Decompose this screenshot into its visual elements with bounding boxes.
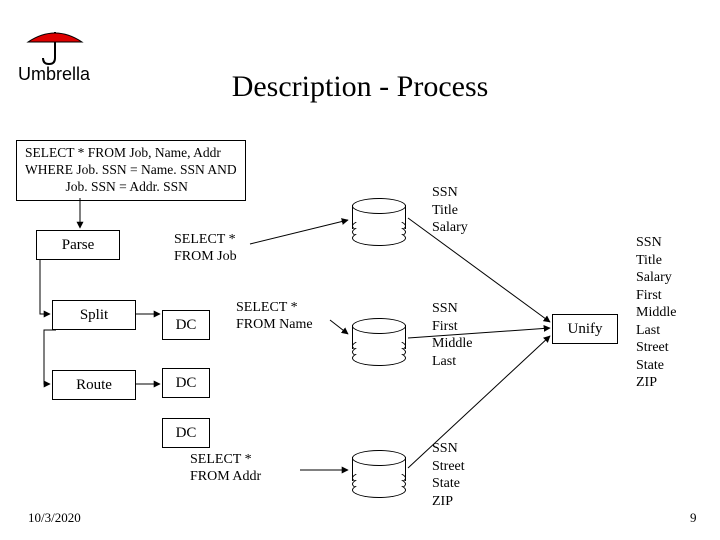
- fields-job: SSN Title Salary: [432, 184, 468, 237]
- source-sql: SELECT * FROM Job, Name, Addr WHERE Job.…: [16, 140, 246, 201]
- query-name: SELECT * FROM Name: [236, 300, 313, 334]
- query-addr: SELECT * FROM Addr: [190, 452, 261, 486]
- footer-date: 10/3/2020: [28, 510, 81, 526]
- stage-parse: Parse: [36, 230, 120, 260]
- query-job: SELECT * FROM Job: [174, 232, 237, 266]
- fields-addr: SSN Street State ZIP: [432, 440, 465, 510]
- dc-box-2: DC: [162, 368, 210, 398]
- dc-box-1: DC: [162, 310, 210, 340]
- fields-name: SSN First Middle Last: [432, 300, 472, 370]
- stage-route: Route: [52, 370, 136, 400]
- footer-page: 9: [690, 510, 697, 526]
- page-title: Description - Process: [0, 70, 720, 104]
- dc-box-3: DC: [162, 418, 210, 448]
- db-addr-icon: [352, 450, 404, 488]
- stage-split: Split: [52, 300, 136, 330]
- db-name-icon: [352, 318, 404, 356]
- db-job-icon: [352, 198, 404, 236]
- unify-box: Unify: [552, 314, 618, 344]
- fields-out: SSN Title Salary First Middle Last Stree…: [636, 234, 676, 392]
